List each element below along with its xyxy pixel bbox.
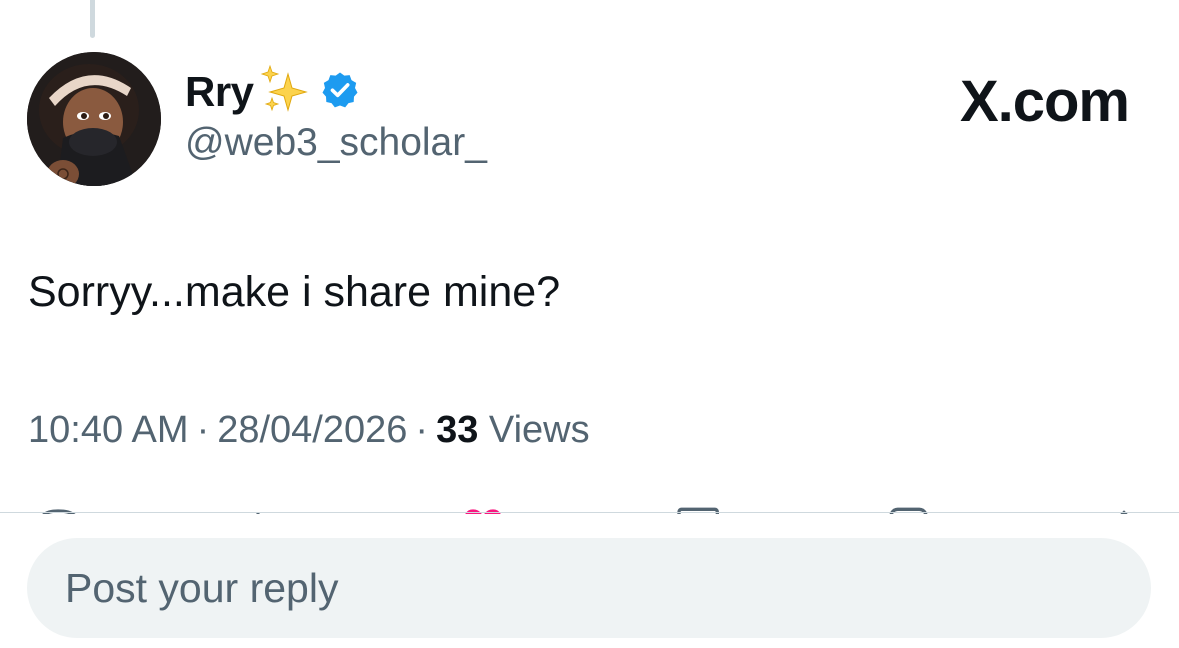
avatar[interactable] (27, 52, 161, 186)
meta-separator: · (415, 409, 429, 451)
tweet-meta: 10:40 AM · 28/04/2026 · 33 Views (28, 402, 590, 458)
reply-input[interactable]: Post your reply (27, 538, 1151, 638)
meta-separator: · (196, 409, 210, 451)
views-label: Views (488, 409, 590, 451)
tweet-text: Sorryy...make i share mine? (28, 268, 561, 316)
author-block: Rry @web3_scholar_ (185, 62, 487, 166)
author-display-name[interactable]: Rry (185, 62, 254, 122)
divider (0, 512, 1179, 513)
tweet-date[interactable]: 28/04/2026 (217, 409, 407, 451)
tweet-detail-view: Rry @web3_scholar_ X.com Sorryy...make i… (0, 0, 1179, 648)
tweet-time[interactable]: 10:40 AM (28, 409, 189, 451)
thread-connector-line (90, 0, 95, 38)
brand-logo-text: X.com (959, 69, 1130, 134)
reply-placeholder: Post your reply (65, 565, 339, 611)
author-name-row: Rry (185, 62, 487, 122)
sparkles-icon (258, 64, 312, 121)
verified-badge-icon[interactable] (320, 70, 360, 115)
author-handle[interactable]: @web3_scholar_ (185, 120, 487, 166)
views-count: 33 (436, 409, 479, 451)
